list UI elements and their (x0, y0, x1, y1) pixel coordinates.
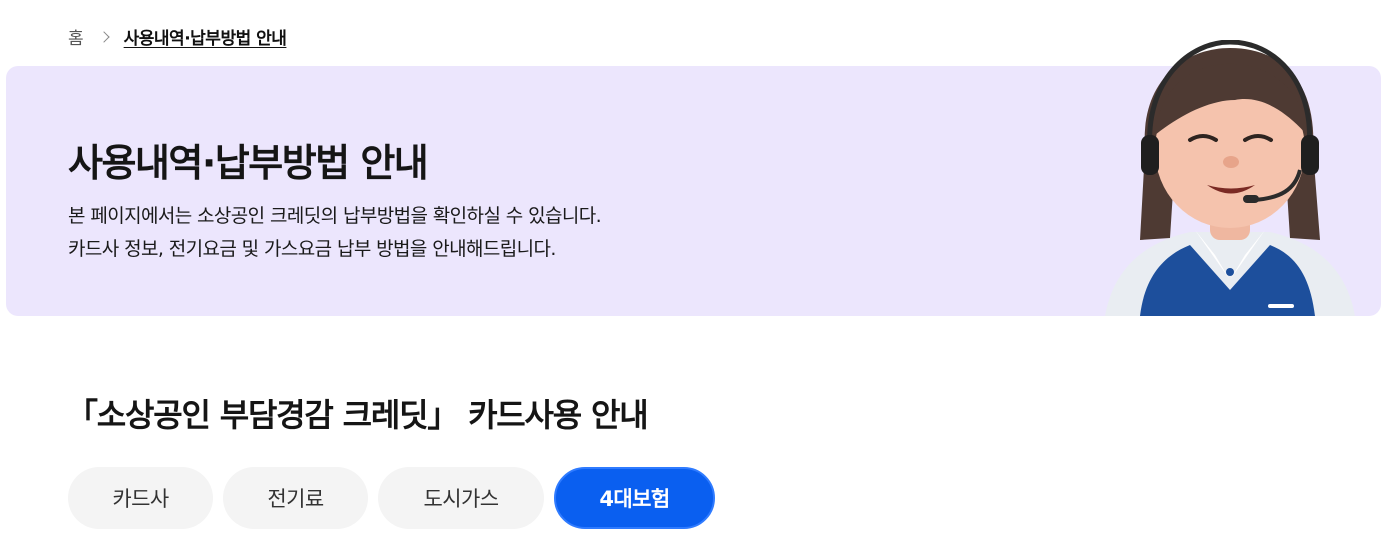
breadcrumb-home[interactable]: 홈 (68, 24, 84, 49)
tab-city-gas[interactable]: 도시가스 (378, 467, 544, 529)
tab-four-insurances[interactable]: 4대보험 (554, 467, 715, 529)
breadcrumb: 홈 사용내역·납부방법 안내 (68, 24, 287, 49)
chevron-right-icon (97, 30, 110, 43)
section-title: 「소상공인 부담경감 크레딧」 카드사용 안내 (66, 396, 649, 434)
page-title: 사용내역·납부방법 안내 (68, 141, 429, 185)
description-line-2: 카드사 정보, 전기요금 및 가스요금 납부 방법을 안내해드립니다. (68, 238, 556, 260)
tab-card-company[interactable]: 카드사 (68, 467, 213, 529)
page-description: 본 페이지에서는 소상공인 크레딧의 납부방법을 확인하실 수 있습니다. 카드… (68, 200, 602, 266)
description-line-1: 본 페이지에서는 소상공인 크레딧의 납부방법을 확인하실 수 있습니다. (68, 205, 602, 227)
tab-electricity[interactable]: 전기료 (223, 467, 368, 529)
breadcrumb-current[interactable]: 사용내역·납부방법 안내 (124, 24, 287, 49)
customer-service-agent-illustration (1105, 40, 1355, 316)
tab-list: 카드사 전기료 도시가스 4대보험 (68, 467, 715, 529)
